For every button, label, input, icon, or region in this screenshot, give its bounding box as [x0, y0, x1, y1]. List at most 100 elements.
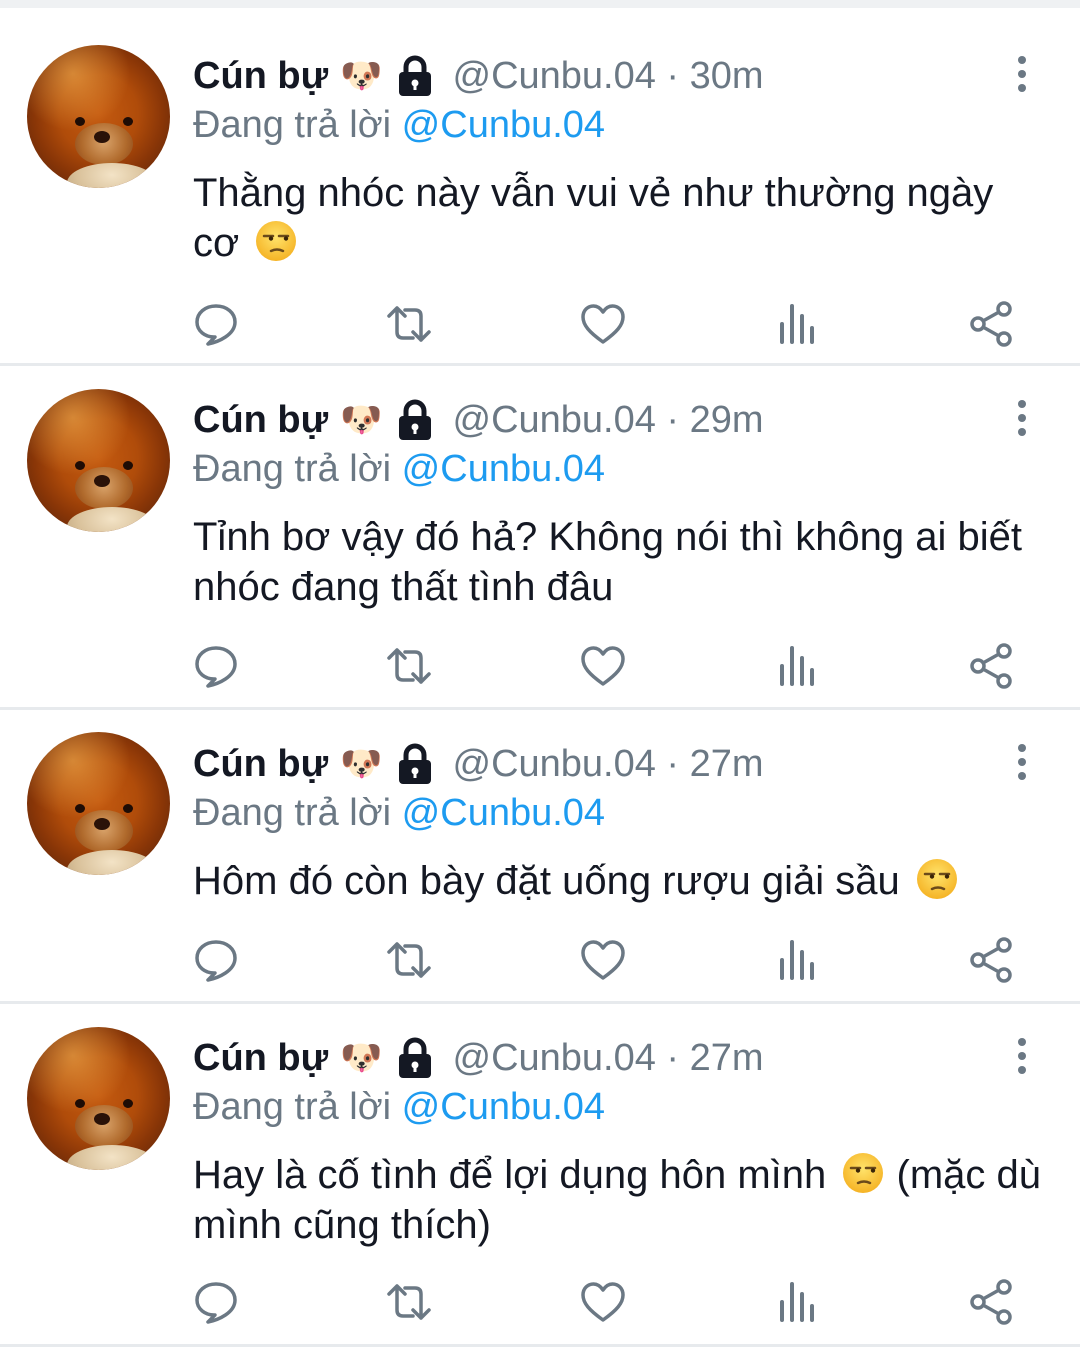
share-button[interactable] — [967, 300, 1015, 348]
retweet-button[interactable] — [385, 642, 433, 690]
heart-icon — [581, 646, 625, 686]
replying-prefix: Đang trả lời — [193, 792, 392, 834]
tweet[interactable]: Cún bự 🐶 @Cunbu.04 · 27m Đang trả lời @C… — [0, 710, 1080, 1004]
bar-chart-icon — [780, 1282, 814, 1322]
replying-to: Đang trả lời @Cunbu.04 — [193, 1086, 605, 1129]
views-button[interactable] — [773, 936, 821, 984]
replying-to: Đang trả lời @Cunbu.04 — [193, 792, 605, 835]
share-button[interactable] — [967, 1278, 1015, 1326]
replying-prefix: Đang trả lời — [193, 448, 392, 490]
lock-icon — [395, 55, 435, 97]
bar-chart-icon — [780, 304, 814, 344]
tweet-text: Hôm đó còn bày đặt uống rượu giải sầu — [193, 856, 1043, 906]
dog-face-emoji: 🐶 — [340, 56, 383, 96]
dog-face-emoji: 🐶 — [340, 400, 383, 440]
unamused-face-emoji — [916, 859, 957, 899]
action-bar — [0, 642, 1080, 702]
speech-bubble-icon — [195, 1282, 237, 1324]
like-button[interactable] — [579, 936, 627, 984]
action-bar — [0, 1278, 1080, 1338]
tweet-text: Hay là cố tình để lợi dụng hôn mình (mặc… — [193, 1150, 1043, 1250]
handle-and-time: @Cunbu.04 · 30m — [452, 54, 764, 97]
reply-button[interactable] — [192, 936, 240, 984]
reply-button[interactable] — [192, 300, 240, 348]
replying-prefix: Đang trả lời — [193, 104, 392, 146]
bar-chart-icon — [780, 940, 814, 980]
top-divider — [0, 0, 1080, 8]
share-button[interactable] — [967, 936, 1015, 984]
action-bar — [0, 936, 1080, 996]
avatar[interactable] — [27, 1027, 170, 1170]
author-name[interactable]: Cún bự — [193, 743, 328, 786]
mention-link[interactable]: @Cunbu.04 — [402, 448, 605, 490]
replying-to: Đang trả lời @Cunbu.04 — [193, 448, 605, 491]
author-name[interactable]: Cún bự — [193, 399, 328, 442]
mention-link[interactable]: @Cunbu.04 — [402, 792, 605, 834]
action-bar — [0, 300, 1080, 360]
bar-chart-icon — [780, 646, 814, 686]
lock-icon — [395, 399, 435, 441]
views-button[interactable] — [773, 1278, 821, 1326]
retweet-button[interactable] — [385, 936, 433, 984]
tweet[interactable]: Cún bự 🐶 @Cunbu.04 · 29m Đang trả lời @C… — [0, 366, 1080, 710]
retweet-icon — [387, 942, 431, 978]
handle-and-time: @Cunbu.04 · 29m — [452, 398, 764, 441]
author-name[interactable]: Cún bự — [193, 1037, 328, 1080]
replying-prefix: Đang trả lời — [193, 1086, 392, 1128]
mention-link[interactable]: @Cunbu.04 — [402, 104, 605, 146]
tweet[interactable]: Cún bự 🐶 @Cunbu.04 · 27m Đang trả lời @C… — [0, 1004, 1080, 1347]
tweet-text-main: Hay là cố tình để lợi dụng hôn mình — [193, 1153, 827, 1197]
more-options-button[interactable] — [1004, 398, 1040, 438]
tweet-header: Cún bự 🐶 @Cunbu.04 · 29m — [193, 396, 764, 444]
reply-button[interactable] — [192, 642, 240, 690]
speech-bubble-icon — [195, 646, 237, 688]
retweet-icon — [387, 1284, 431, 1320]
share-icon — [970, 643, 1012, 689]
heart-icon — [581, 1282, 625, 1322]
dog-face-emoji: 🐶 — [340, 744, 383, 784]
mention-link[interactable]: @Cunbu.04 — [402, 1086, 605, 1128]
avatar[interactable] — [27, 45, 170, 188]
tweet-text-main: Thằng nhóc này vẫn vui vẻ như thường ngà… — [193, 171, 994, 265]
reply-feed: Cún bự 🐶 @Cunbu.04 · 30m Đang trả lời @C… — [0, 8, 1080, 1347]
handle-and-time: @Cunbu.04 · 27m — [452, 1036, 764, 1079]
share-icon — [970, 937, 1012, 983]
tweet-text-main: Hôm đó còn bày đặt uống rượu giải sầu — [193, 859, 900, 903]
tweet-header: Cún bự 🐶 @Cunbu.04 · 27m — [193, 1034, 764, 1082]
tweet-text-main: Tỉnh bơ vậy đó hả? Không nói thì không a… — [193, 515, 1023, 609]
tweet-header: Cún bự 🐶 @Cunbu.04 · 27m — [193, 740, 764, 788]
retweet-button[interactable] — [385, 300, 433, 348]
retweet-button[interactable] — [385, 1278, 433, 1326]
tweet-header: Cún bự 🐶 @Cunbu.04 · 30m — [193, 52, 764, 100]
lock-icon — [395, 743, 435, 785]
avatar[interactable] — [27, 389, 170, 532]
views-button[interactable] — [773, 300, 821, 348]
share-icon — [970, 301, 1012, 347]
unamused-face-emoji — [843, 1153, 884, 1193]
reply-button[interactable] — [192, 1278, 240, 1326]
speech-bubble-icon — [195, 304, 237, 346]
replying-to: Đang trả lời @Cunbu.04 — [193, 104, 605, 147]
share-icon — [970, 1279, 1012, 1325]
handle-and-time: @Cunbu.04 · 27m — [452, 742, 764, 785]
retweet-icon — [387, 648, 431, 684]
like-button[interactable] — [579, 300, 627, 348]
avatar[interactable] — [27, 732, 170, 875]
speech-bubble-icon — [195, 940, 237, 982]
retweet-icon — [387, 306, 431, 342]
more-options-button[interactable] — [1004, 54, 1040, 94]
more-options-button[interactable] — [1004, 742, 1040, 782]
tweet-text: Tỉnh bơ vậy đó hả? Không nói thì không a… — [193, 512, 1043, 612]
more-options-button[interactable] — [1004, 1036, 1040, 1076]
views-button[interactable] — [773, 642, 821, 690]
unamused-face-emoji — [256, 221, 297, 261]
share-button[interactable] — [967, 642, 1015, 690]
tweet[interactable]: Cún bự 🐶 @Cunbu.04 · 30m Đang trả lời @C… — [0, 8, 1080, 366]
like-button[interactable] — [579, 642, 627, 690]
author-name[interactable]: Cún bự — [193, 55, 328, 98]
like-button[interactable] — [579, 1278, 627, 1326]
tweet-text: Thằng nhóc này vẫn vui vẻ như thường ngà… — [193, 168, 1043, 268]
heart-icon — [581, 304, 625, 344]
dog-face-emoji: 🐶 — [340, 1038, 383, 1078]
lock-icon — [395, 1037, 435, 1079]
